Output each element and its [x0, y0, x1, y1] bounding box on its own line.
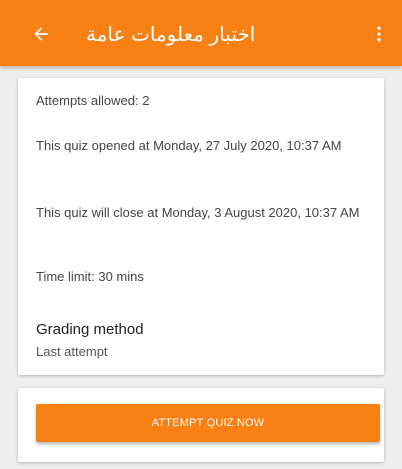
grading-method-label: Grading method — [36, 321, 144, 338]
app-bar: اختبار معلومات عامة — [0, 0, 402, 66]
quiz-action-card: ATTEMPT QUIZ NOW — [18, 388, 384, 462]
attempt-quiz-button[interactable]: ATTEMPT QUIZ NOW — [36, 404, 380, 442]
quiz-info-card: Attempts allowed: 2 This quiz opened at … — [18, 78, 384, 375]
quiz-close-text: This quiz will close at Monday, 3 August… — [36, 205, 360, 220]
grading-method-value: Last attempt — [36, 344, 108, 359]
back-button[interactable] — [26, 19, 56, 49]
quiz-opened-text: This quiz opened at Monday, 27 July 2020… — [36, 138, 342, 153]
more-options-button[interactable] — [364, 19, 394, 49]
arrow-left-icon — [34, 27, 48, 41]
attempts-allowed-text: Attempts allowed: 2 — [36, 93, 150, 108]
page-title: اختبار معلومات عامة — [86, 24, 256, 46]
more-vertical-icon — [377, 26, 381, 42]
time-limit-text: Time limit: 30 mins — [36, 269, 144, 284]
